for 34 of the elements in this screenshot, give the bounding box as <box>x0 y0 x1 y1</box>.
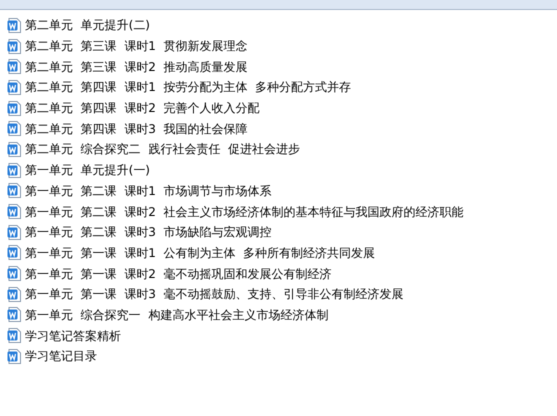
file-name[interactable]: 第一单元 第二课 课时1 市场调节与市场体系 <box>25 184 272 198</box>
file-name[interactable]: 第二单元 第四课 课时2 完善个人收入分配 <box>25 101 260 116</box>
document-icon <box>7 18 21 33</box>
file-name[interactable]: 第一单元 第一课 课时2 毫不动摇巩固和发展公有制经济 <box>25 266 332 281</box>
document-icon <box>7 204 21 220</box>
document-icon <box>7 59 21 74</box>
document-icon <box>7 183 21 198</box>
document-icon <box>7 266 21 282</box>
document-icon <box>7 38 21 54</box>
file-name[interactable]: 第二单元 第四课 课时3 我国的社会保障 <box>25 122 248 136</box>
file-name[interactable]: 第二单元 第三课 课时1 贯彻新发展理念 <box>25 39 248 54</box>
file-name[interactable]: 第二单元 综合探究二 践行社会责任 促进社会进步 <box>25 142 300 156</box>
document-icon <box>7 162 21 178</box>
file-name[interactable]: 学习笔记目录 <box>25 349 97 364</box>
document-icon <box>7 328 21 344</box>
document-icon <box>7 100 21 116</box>
file-name[interactable]: 第一单元 第一课 课时1 公有制为主体 多种所有制经济共同发展 <box>25 246 376 260</box>
file-name[interactable]: 第二单元 单元提升(二) <box>25 18 150 32</box>
document-icon <box>7 121 21 136</box>
file-name[interactable]: 学习笔记答案精析 <box>25 328 121 343</box>
file-name[interactable]: 第一单元 第一课 课时3 毫不动摇鼓励、支持、引导非公有制经济发展 <box>25 287 404 302</box>
document-icon <box>7 286 21 302</box>
document-icon <box>7 80 21 95</box>
document-icon <box>7 224 21 240</box>
document-icon <box>7 307 21 322</box>
file-name[interactable]: 第一单元 综合探究一 构建高水平社会主义市场经济体制 <box>25 308 328 322</box>
document-icon <box>7 142 21 157</box>
file-name[interactable]: 第二单元 第三课 课时2 推动高质量发展 <box>25 60 248 74</box>
file-name[interactable]: 第一单元 第二课 课时2 社会主义市场经济体制的基本特征与我国政府的经济职能 <box>25 204 464 219</box>
file-name[interactable]: 第一单元 单元提升(一) <box>25 163 150 178</box>
file-name[interactable]: 第一单元 第二课 课时3 市场缺陷与宏观调控 <box>25 225 272 240</box>
document-icon <box>7 245 21 260</box>
document-icon <box>7 348 21 364</box>
file-name[interactable]: 第二单元 第四课 课时1 按劳分配为主体 多种分配方式并存 <box>25 80 352 94</box>
